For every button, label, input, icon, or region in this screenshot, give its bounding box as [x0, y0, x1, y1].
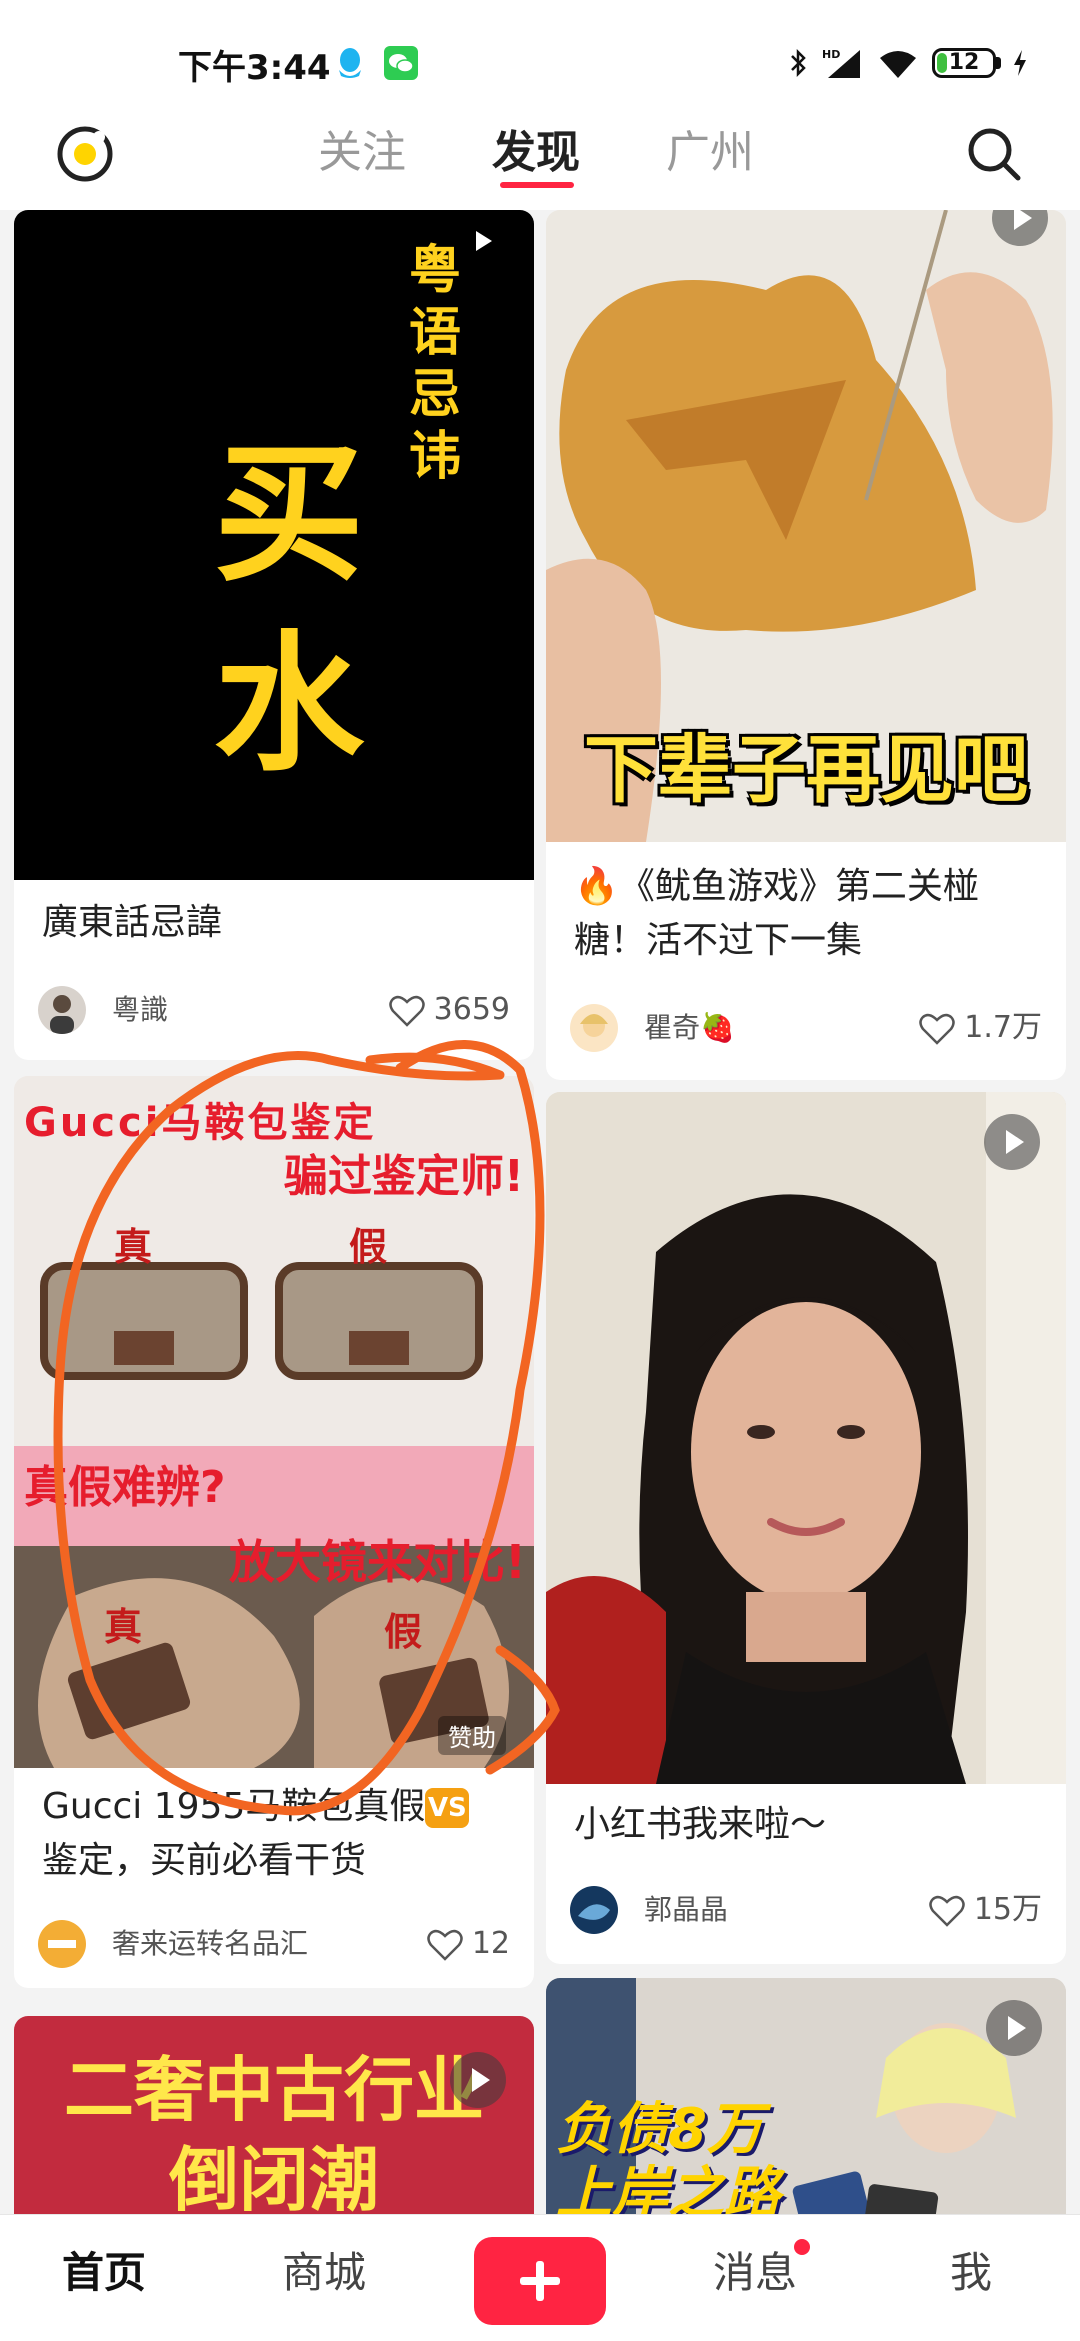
note-meta: 粵識 3659 [14, 982, 534, 1038]
cover-caption: 下辈子再见吧 [584, 727, 1028, 813]
play-icon [450, 2052, 506, 2108]
note-card[interactable]: 负债8万 上岸之路 [546, 1978, 1066, 2214]
status-time: 下午3:44 [178, 48, 331, 88]
wifi-icon [880, 51, 916, 78]
cover-side-text: 粤语忌讳 [409, 241, 462, 487]
note-cover[interactable]: 负债8万 上岸之路 [546, 1978, 1066, 2214]
label-real: 真 [114, 1225, 153, 1269]
note-title[interactable]: 廣東話忌諱 [42, 896, 510, 950]
qq-icon [339, 48, 361, 78]
active-tab-indicator [500, 182, 574, 188]
cover-line-1: 负债8万 [556, 2097, 763, 2162]
unread-dot [794, 2239, 810, 2255]
battery-tip [996, 57, 1001, 69]
avatar[interactable] [38, 1920, 86, 1968]
heart-icon [388, 995, 425, 1027]
avatar[interactable] [570, 1004, 618, 1052]
label-real-bottom: 真 [104, 1605, 143, 1649]
nav-me[interactable]: 我 [950, 2243, 992, 2303]
note-card[interactable]: 下辈子再见吧 🔥《鱿鱼游戏》第二关椪糖！活不过下一集 瞿奇🍓 1.7万 [546, 210, 1066, 1080]
author-name[interactable]: 奢来运转名品汇 [112, 1916, 308, 1972]
signal-icon: HD [822, 48, 860, 78]
note-cover[interactable]: 下辈子再见吧 [546, 210, 1066, 842]
feed[interactable]: 粤语忌讳 买水 廣東話忌諱 粵識 3659 下辈子再见吧 🔥《鱿鱼游戏》第二关椪… [0, 210, 1080, 2214]
note-title-line2: 鉴定，买前必看干货 [42, 1840, 367, 1881]
top-nav: 关注 发现 广州 [0, 120, 1080, 210]
heart-icon [929, 1895, 965, 1927]
avatar[interactable] [570, 1886, 618, 1934]
note-cover[interactable]: 二奢中古行业 倒闭潮 [14, 2016, 534, 2214]
note-title-line1: Gucci 1955马鞍包真假 [42, 1786, 426, 1827]
note-cover[interactable]: 粤语忌讳 买水 [14, 210, 534, 880]
note-card[interactable]: Gucci马鞍包鉴定 骗过鉴定师! 真 假 真假难辨? 放大镜来对比! 真 假 … [14, 1076, 534, 1988]
nav-messages[interactable]: 消息 [713, 2243, 797, 2303]
like-button[interactable]: 12 [426, 1916, 510, 1972]
nav-home[interactable]: 首页 [62, 2243, 146, 2303]
label-fake: 假 [349, 1225, 388, 1269]
cover-line-2: 上岸之路 [556, 2161, 780, 2215]
cover-main-text: 买水 [213, 428, 364, 792]
portrait-photo [546, 1092, 1066, 1784]
note-card[interactable]: 粤语忌讳 买水 廣東話忌諱 粵識 3659 [14, 210, 534, 1060]
note-title[interactable]: 小红书我来啦～ [574, 1798, 1042, 1852]
tab-follow[interactable]: 关注 [318, 123, 406, 183]
status-bar: 下午3:44 HD 12 [0, 0, 1080, 120]
like-button[interactable]: 1.7万 [918, 1000, 1042, 1056]
author-name[interactable]: 瞿奇🍓 [644, 1000, 735, 1056]
like-button[interactable]: 3659 [388, 982, 510, 1038]
battery-icon: 12 [932, 48, 996, 78]
battery-level: 12 [948, 50, 980, 75]
note-meta: 瞿奇🍓 1.7万 [546, 1000, 1066, 1056]
like-count: 12 [471, 1926, 510, 1961]
bottom-nav: 首页 商城 消息 我 [0, 2214, 1080, 2341]
heart-icon [427, 1929, 463, 1961]
note-cover[interactable] [546, 1092, 1066, 1784]
post-button[interactable] [474, 2237, 606, 2325]
charging-icon [1014, 50, 1026, 76]
note-card[interactable]: 二奢中古行业 倒闭潮 [14, 2016, 534, 2214]
note-meta: 郭晶晶 15万 [546, 1882, 1066, 1938]
note-title[interactable]: Gucci 1955马鞍包真假VS 鉴定，买前必看干货 [42, 1780, 510, 1888]
logo-icon[interactable] [54, 123, 116, 185]
note-title[interactable]: 🔥《鱿鱼游戏》第二关椪糖！活不过下一集 [574, 860, 1042, 968]
note-meta: 奢来运转名品汇 12 [14, 1916, 534, 1972]
svg-text:HD: HD [822, 48, 840, 61]
cover-line-2: 倒闭潮 [169, 2139, 379, 2214]
author-name[interactable]: 郭晶晶 [644, 1882, 728, 1938]
like-count: 1.7万 [964, 1010, 1042, 1045]
tab-local[interactable]: 广州 [666, 123, 754, 183]
like-count: 15万 [973, 1892, 1042, 1927]
cover-subheadline: 骗过鉴定师! [283, 1151, 524, 1202]
note-card[interactable]: 小红书我来啦～ 郭晶晶 15万 [546, 1092, 1066, 1964]
label-fake-bottom: 假 [384, 1610, 423, 1654]
heart-icon [919, 1013, 956, 1045]
like-count: 3659 [433, 992, 510, 1027]
search-icon[interactable] [962, 122, 1026, 186]
cover-caption: 负债8万 上岸之路 [556, 2097, 780, 2215]
play-icon [984, 1114, 1040, 1170]
video-indicator-icon [476, 231, 492, 251]
author-name[interactable]: 粵識 [112, 982, 168, 1038]
like-button[interactable]: 15万 [928, 1882, 1042, 1938]
nav-mall[interactable]: 商城 [282, 2243, 366, 2303]
tab-discover[interactable]: 发现 [492, 123, 580, 183]
cover-mid-text-b: 放大镜来对比! [229, 1535, 526, 1589]
bluetooth-icon [791, 48, 806, 78]
wechat-icon [384, 46, 418, 80]
sponsor-tag: 赞助 [438, 1716, 506, 1755]
play-icon [986, 2000, 1042, 2056]
avatar[interactable] [38, 986, 86, 1034]
cover-mid-text-a: 真假难辨? [24, 1462, 226, 1513]
vs-badge: VS [425, 1788, 470, 1828]
note-cover[interactable]: Gucci马鞍包鉴定 骗过鉴定师! 真 假 真假难辨? 放大镜来对比! 真 假 … [14, 1076, 534, 1768]
